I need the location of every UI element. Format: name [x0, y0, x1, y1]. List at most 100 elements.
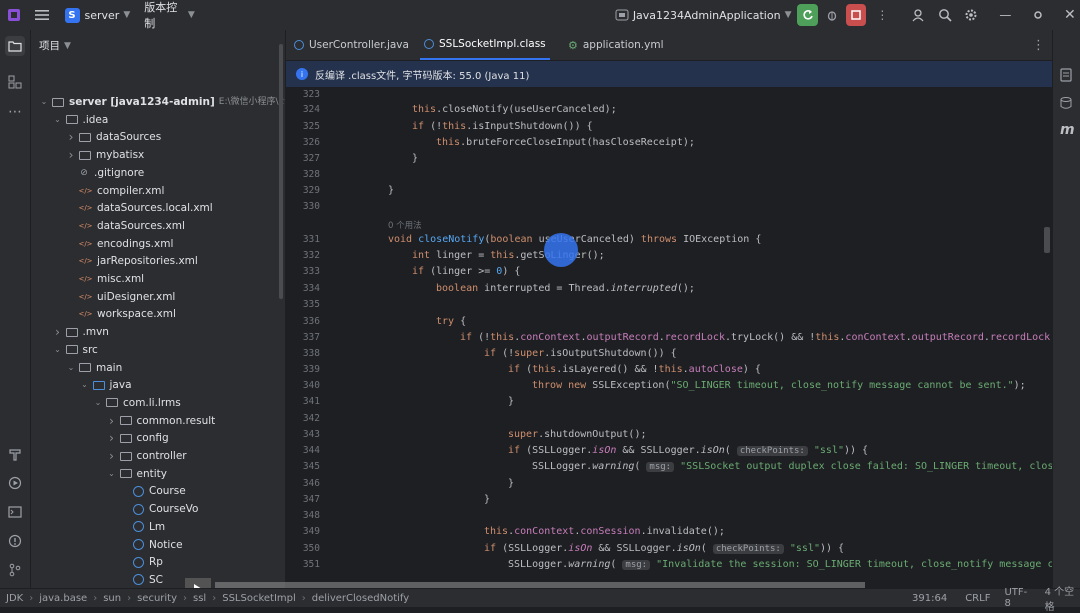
- tree-item[interactable]: </> misc.xml: [66, 270, 144, 288]
- chevron-down-icon[interactable]: ⌄: [93, 394, 103, 412]
- breadcrumb-item[interactable]: JDK: [6, 593, 23, 604]
- tree-item[interactable]: Lm: [120, 518, 165, 536]
- folder-icon: [79, 363, 91, 372]
- code-editor[interactable]: 323 324 325 326 327 328 329 330 331 332 333 334 335 3…: [286, 87, 1052, 577]
- tree-item[interactable]: </> jarRepositories.xml: [66, 252, 197, 270]
- services-icon[interactable]: [5, 473, 25, 493]
- maximize-icon[interactable]: [1027, 4, 1047, 26]
- breadcrumb-item[interactable]: deliverClosedNotify: [312, 593, 409, 604]
- editor-scrollbar[interactable]: [1044, 227, 1050, 253]
- tree-item[interactable]: ⌄ src: [53, 341, 98, 359]
- project-folder-icon[interactable]: [5, 36, 25, 56]
- rerun-button[interactable]: [797, 4, 818, 26]
- breadcrumb-item[interactable]: ssl: [193, 593, 206, 604]
- tab-user-controller[interactable]: UserController.java: [294, 30, 409, 60]
- line-separator[interactable]: CRLF: [965, 593, 990, 604]
- editor-tab-bar: UserController.java SSLSocketImpl.class …: [286, 30, 1052, 61]
- breadcrumb-item[interactable]: sun: [103, 593, 121, 604]
- tree-item-label: server [java1234-admin]: [69, 96, 215, 108]
- tree-item[interactable]: ⌄ entity: [107, 465, 167, 483]
- tab-label: application.yml: [582, 39, 664, 51]
- more-actions-icon[interactable]: ⋮: [872, 4, 892, 26]
- line-number: 350: [302, 543, 320, 554]
- breadcrumb-item[interactable]: java.base: [39, 593, 87, 604]
- stop-button[interactable]: [845, 4, 867, 26]
- debug-button[interactable]: [822, 4, 842, 26]
- maven-icon[interactable]: m: [1060, 122, 1075, 138]
- tree-item[interactable]: Course: [120, 482, 186, 500]
- indent-setting[interactable]: 4 个空格: [1045, 583, 1080, 613]
- add-user-icon[interactable]: [908, 4, 928, 26]
- git-branch-icon[interactable]: [5, 560, 25, 580]
- tree-item[interactable]: › mybatisx: [66, 146, 145, 164]
- tab-ssl-socket-impl[interactable]: SSLSocketImpl.class: [420, 30, 550, 60]
- tree-item[interactable]: ⌄ main: [66, 359, 123, 377]
- more-tabs-icon[interactable]: ⋮: [1032, 38, 1045, 53]
- tree-item[interactable]: SC: [120, 571, 163, 588]
- structure-icon[interactable]: [5, 72, 25, 92]
- run-config-selector[interactable]: Java1234AdminApplication ▼: [615, 9, 792, 22]
- main-menu-icon[interactable]: [32, 4, 52, 26]
- chevron-down-icon[interactable]: ⌄: [80, 376, 90, 394]
- tree-item[interactable]: </> workspace.xml: [66, 305, 175, 323]
- tree-item-label: uiDesigner.xml: [97, 290, 176, 303]
- tree-item[interactable]: </> dataSources.local.xml: [66, 199, 212, 217]
- minimize-icon[interactable]: —: [995, 4, 1015, 26]
- tab-application-yml[interactable]: ⚙ application.yml: [568, 30, 664, 60]
- chevron-down-icon: ▼: [187, 10, 195, 20]
- tree-item[interactable]: › .mvn: [53, 323, 109, 341]
- build-hammer-icon[interactable]: [5, 444, 25, 464]
- tree-item[interactable]: CourseVo: [120, 500, 198, 518]
- tree-item[interactable]: ⌄ server [java1234-admin]E:\微信小程序\29S: [39, 93, 285, 111]
- terminal-icon[interactable]: [5, 502, 25, 522]
- tree-item[interactable]: › controller: [107, 447, 187, 465]
- notifications-icon[interactable]: [1059, 68, 1073, 85]
- breadcrumb-item[interactable]: security: [137, 593, 177, 604]
- chevron-down-icon[interactable]: ⌄: [53, 111, 63, 129]
- tree-item[interactable]: ⊘ .gitignore: [66, 164, 144, 182]
- vcs-selector[interactable]: 版本控制 ▼: [144, 0, 195, 31]
- tree-item[interactable]: ⌄ .idea: [53, 111, 108, 129]
- chevron-right-icon[interactable]: ›: [107, 447, 117, 465]
- tree-item[interactable]: Rp: [120, 553, 163, 571]
- tree-item[interactable]: › dataSources: [66, 128, 162, 146]
- database-icon[interactable]: [1059, 96, 1073, 113]
- tree-item[interactable]: › config: [107, 429, 169, 447]
- cursor-position[interactable]: 391:64: [912, 593, 947, 604]
- app-logo-icon[interactable]: [4, 4, 24, 26]
- chevron-down-icon[interactable]: ⌄: [66, 359, 76, 377]
- chevron-right-icon[interactable]: ›: [66, 128, 76, 146]
- chevron-right-icon[interactable]: ›: [107, 429, 117, 447]
- breadcrumb-item[interactable]: SSLSocketImpl: [222, 593, 296, 604]
- tree-item[interactable]: </> encodings.xml: [66, 235, 173, 253]
- tree-item[interactable]: </> compiler.xml: [66, 182, 164, 200]
- usages-hint[interactable]: 0 个用法: [388, 219, 422, 231]
- tree-item[interactable]: › common.result: [107, 412, 215, 430]
- close-icon[interactable]: ✕: [1060, 4, 1080, 26]
- chevron-right-icon[interactable]: ›: [107, 412, 117, 430]
- search-icon[interactable]: [935, 4, 955, 26]
- tree-item[interactable]: ⌄ java: [80, 376, 131, 394]
- tree-item[interactable]: Notice: [120, 536, 183, 554]
- tree-item[interactable]: </> dataSources.xml: [66, 217, 184, 235]
- info-icon: i: [296, 68, 308, 80]
- chevron-right-icon[interactable]: ›: [66, 146, 76, 164]
- project-panel-header[interactable]: 项目 ▼: [39, 38, 71, 53]
- chevron-down-icon[interactable]: ⌄: [107, 465, 117, 483]
- code-line: this.closeNotify(useUserCanceled);: [412, 104, 617, 115]
- tree-item[interactable]: ⌄ com.li.lrms: [93, 394, 181, 412]
- chevron-down-icon[interactable]: ⌄: [39, 93, 49, 111]
- tree-scrollbar[interactable]: [279, 44, 283, 299]
- project-selector[interactable]: S server ▼: [64, 7, 130, 23]
- chevron-down-icon[interactable]: ⌄: [53, 341, 63, 359]
- problems-icon[interactable]: [5, 531, 25, 551]
- class-icon: [424, 39, 434, 49]
- gear-icon[interactable]: [961, 4, 981, 26]
- xml-file-icon: </>: [78, 221, 93, 230]
- code-line: }: [388, 185, 395, 196]
- chevron-down-icon: ▼: [784, 10, 792, 20]
- chevron-right-icon[interactable]: ›: [53, 323, 63, 341]
- chevron-right-icon: ›: [183, 592, 188, 604]
- more-tools-icon[interactable]: ⋯: [5, 102, 25, 122]
- tree-item[interactable]: </> uiDesigner.xml: [66, 288, 175, 306]
